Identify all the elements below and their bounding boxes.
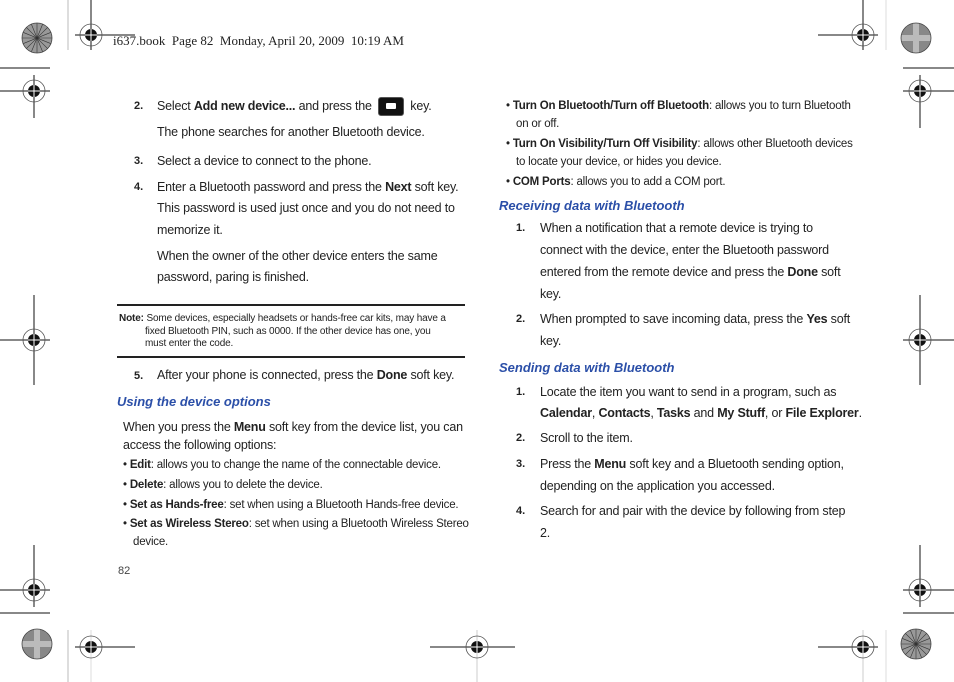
option-hands-free: • Set as Hands-free: set when using a Bl… <box>123 499 459 511</box>
section-heading-device-options: Using the device options <box>117 394 271 409</box>
sending-step-1-line2: Calendar, Contacts, Tasks and My Stuff, … <box>540 406 862 420</box>
sending-step-4-line1: Search for and pair with the device by f… <box>540 504 846 518</box>
step-4-sub-line1: When the owner of the other device enter… <box>157 249 438 263</box>
bold-term: Yes <box>806 312 828 326</box>
bold-term: Menu <box>233 420 266 434</box>
option-edit: • Edit: allows you to change the name of… <box>123 459 441 471</box>
bold-term: Turn On Visibility/Turn Off Visibility <box>512 138 698 150</box>
option-delete: • Delete: allows you to delete the devic… <box>123 479 323 491</box>
option-wireless-stereo: • Set as Wireless Stereo: set when using… <box>123 518 469 530</box>
print-header: i637.book Page 82 Monday, April 20, 2009… <box>113 33 404 48</box>
section-heading-receiving: Receiving data with Bluetooth <box>499 198 685 213</box>
starburst-mark-top-left <box>21 22 53 54</box>
bold-term: File Explorer <box>785 406 859 420</box>
note-label: Note: <box>119 313 144 324</box>
step-number: 2. <box>516 313 526 325</box>
step-number: 2. <box>516 432 526 444</box>
option-bluetooth-toggle-cont: on or off. <box>516 118 560 130</box>
bold-term: Edit <box>129 459 151 471</box>
step-4-line2: This password is used just once and you … <box>157 201 455 215</box>
intro-line-2: access the following options: <box>123 438 277 452</box>
bold-term: COM Ports <box>512 176 571 188</box>
sending-step-4-line2: 2. <box>540 526 551 540</box>
bold-term: Tasks <box>656 406 691 420</box>
option-visibility-toggle: • Turn On Visibility/Turn Off Visibility… <box>506 138 853 150</box>
step-number: 4. <box>134 181 144 193</box>
receiving-step-1-line4: key. <box>540 287 562 301</box>
bold-term: Turn On Bluetooth/Turn off Bluetooth <box>512 100 709 112</box>
step-2-subtext: The phone searches for another Bluetooth… <box>157 125 425 139</box>
receiving-step-1-line1: When a notification that a remote device… <box>540 221 813 235</box>
note-line-3: must enter the code. <box>145 338 234 349</box>
bold-term: Done <box>376 368 408 382</box>
step-4-sub-line2: password, paring is finished. <box>157 270 309 284</box>
step-2-text: Select Add new device... and press the k… <box>157 95 432 117</box>
option-com-ports: • COM Ports: allows you to add a COM por… <box>506 176 726 188</box>
step-number: 1. <box>516 222 526 234</box>
bold-term: Set as Wireless Stereo <box>129 518 249 530</box>
cross-disc-mark-bottom-left <box>21 628 53 660</box>
bold-term: Calendar <box>540 406 592 420</box>
section-heading-sending: Sending data with Bluetooth <box>499 360 675 375</box>
step-number: 2. <box>134 100 144 112</box>
page-number: 82 <box>118 565 131 577</box>
bold-term: Add new device... <box>193 99 296 113</box>
step-number: 1. <box>516 386 526 398</box>
bold-term: Next <box>385 180 412 194</box>
receiving-step-1-line3: entered from the remote device and press… <box>540 265 841 279</box>
receiving-step-2-line2: key. <box>540 334 562 348</box>
step-4-text: Enter a Bluetooth password and press the… <box>157 180 459 194</box>
step-3-text: Select a device to connect to the phone. <box>157 154 372 168</box>
option-wireless-stereo-cont: device. <box>133 536 169 548</box>
starburst-mark-bottom-right <box>900 628 932 660</box>
sending-step-2-text: Scroll to the item. <box>540 431 633 445</box>
sending-step-1-line1: Locate the item you want to send in a pr… <box>540 385 837 399</box>
bold-term: Done <box>787 265 818 279</box>
bold-term: Menu <box>594 457 627 471</box>
step-4-line3: memorize it. <box>157 223 223 237</box>
step-number: 4. <box>516 505 526 517</box>
sending-step-3-line1: Press the Menu soft key and a Bluetooth … <box>540 457 844 471</box>
option-bluetooth-toggle: • Turn On Bluetooth/Turn off Bluetooth: … <box>506 100 851 112</box>
bold-term: My Stuff <box>717 406 765 420</box>
receiving-step-2-line1: When prompted to save incoming data, pre… <box>540 312 851 326</box>
sending-step-3-line2: depending on the application you accesse… <box>540 479 775 493</box>
bold-term: Contacts <box>598 406 651 420</box>
cross-disc-mark-top-right <box>900 22 932 54</box>
bold-term: Delete <box>129 479 164 491</box>
note-line-1: Note: Some devices, especially headsets … <box>119 313 446 324</box>
step-number: 5. <box>134 370 144 382</box>
step-number: 3. <box>516 458 526 470</box>
receiving-step-1-line2: connect with the device, enter the Bluet… <box>540 243 829 257</box>
bold-term: Set as Hands-free <box>129 499 224 511</box>
ok-key-icon <box>378 97 405 117</box>
step-5-text: After your phone is connected, press the… <box>157 368 455 382</box>
option-visibility-toggle-cont: to locate your device, or hides you devi… <box>516 156 722 168</box>
note-box: Note: Some devices, especially headsets … <box>117 304 465 358</box>
step-number: 3. <box>134 155 144 167</box>
note-line-2: fixed Bluetooth PIN, such as 0000. If th… <box>145 325 431 337</box>
